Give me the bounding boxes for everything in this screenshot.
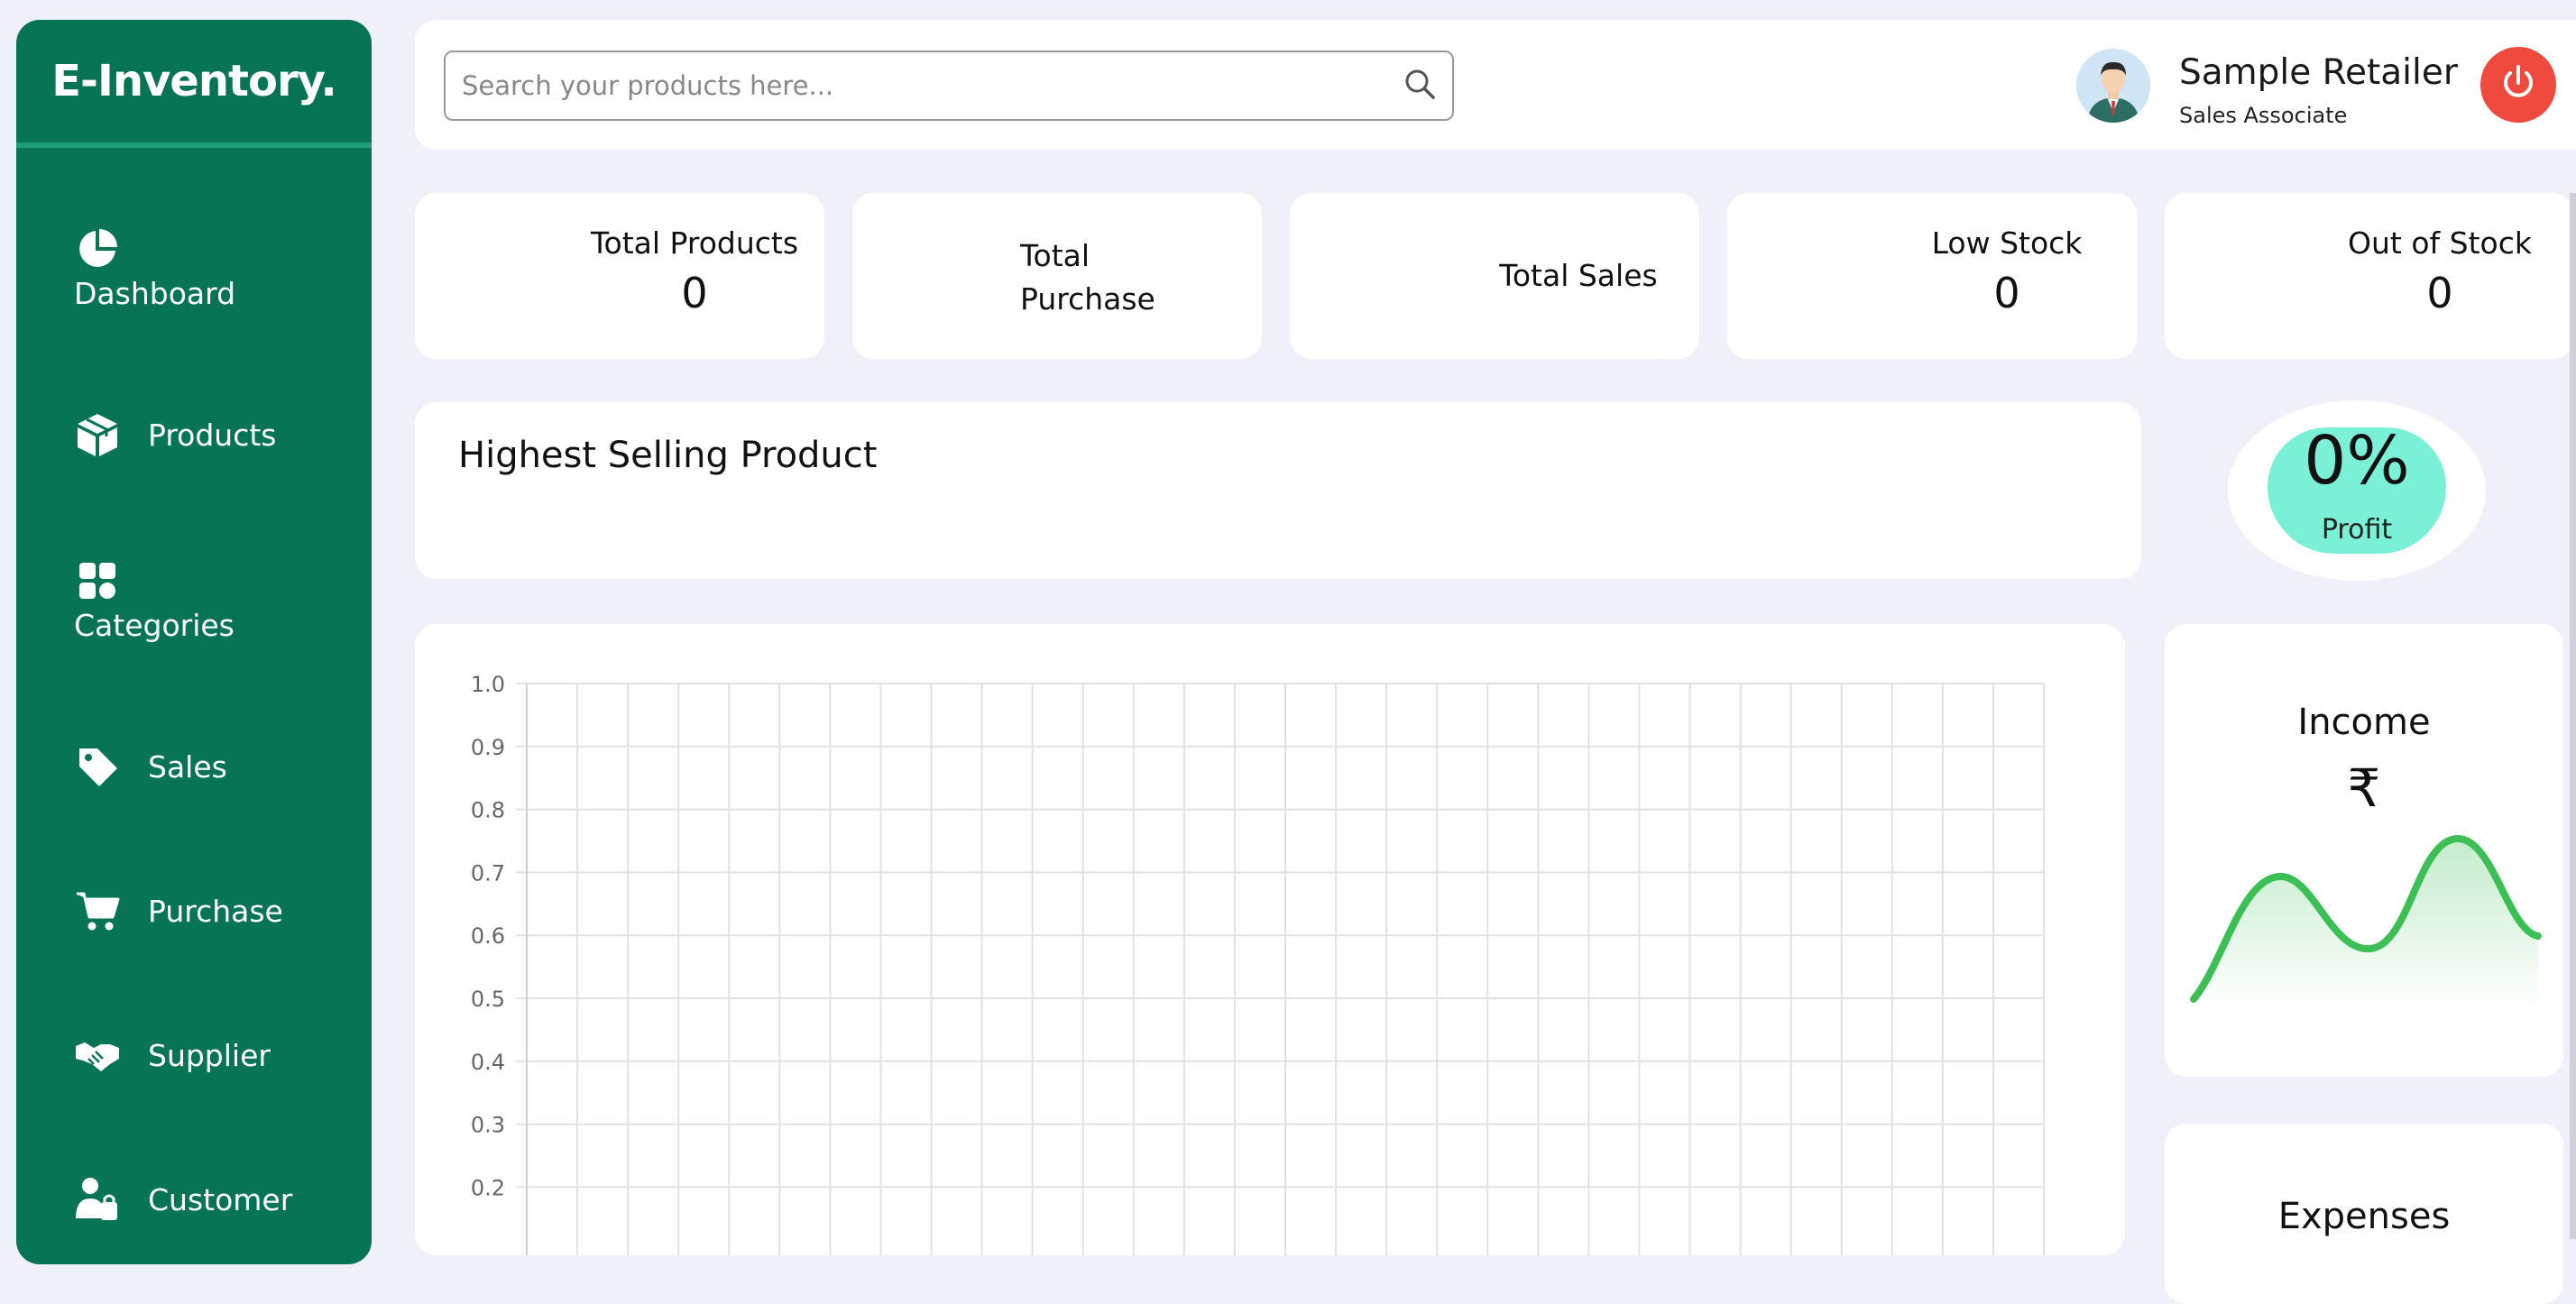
currency-symbol: ₹ (2347, 758, 2381, 819)
y-tick-label: 0.2 (471, 1175, 505, 1200)
brand-logo[interactable]: E-Inventory. (16, 20, 372, 148)
expenses-card: Expenses (2165, 1124, 2563, 1304)
sidebar-item-products[interactable]: Products (74, 411, 277, 458)
y-tick-label: 0.7 (471, 860, 505, 886)
stat-label: Out of Stock (2348, 225, 2532, 261)
sidebar-item-dashboard[interactable]: Dashboard (74, 225, 235, 311)
handshake-icon (74, 1032, 121, 1079)
power-icon (2498, 63, 2538, 106)
sidebar-item-purchase[interactable]: Purchase (74, 887, 283, 934)
stat-value: 0 (1993, 269, 2020, 317)
stat-card-total-purchase[interactable]: Total Purchase (852, 193, 1262, 359)
profit-label: Profit (2321, 514, 2393, 546)
top-bar: Sample Retailer Sales Associate (415, 20, 2576, 150)
stat-label: Total Purchase (1020, 238, 1155, 317)
income-title: Income (2297, 702, 2431, 743)
expenses-title: Expenses (2277, 1196, 2451, 1237)
scrollbar[interactable] (2570, 193, 2576, 1239)
sidebar-item-sales[interactable]: Sales (74, 743, 227, 790)
stat-label: Total Products (590, 225, 799, 261)
stat-card-total-products[interactable]: Total Products 0 (415, 193, 824, 359)
user-role: Sales Associate (2179, 103, 2348, 128)
sidebar-item-supplier[interactable]: Supplier (74, 1032, 271, 1079)
profit-widget: 0% Profit (2228, 400, 2486, 581)
stat-card-low-stock[interactable]: Low Stock 0 (1727, 193, 2137, 359)
pie-chart-icon (74, 225, 121, 272)
chart-panel: 1.0 0.9 0.8 0.7 0.6 0.5 0.4 0.3 0.2 (415, 624, 2125, 1304)
stat-label: Total Sales (1499, 258, 1658, 293)
sidebar-item-label: Supplier (148, 1037, 271, 1073)
search-input[interactable] (462, 70, 1403, 101)
y-tick-label: 0.9 (471, 735, 505, 760)
stat-card-total-sales[interactable]: Total Sales (1290, 193, 1699, 359)
y-tick-label: 0.5 (471, 987, 505, 1012)
y-tick-label: 0.4 (471, 1050, 505, 1075)
customer-icon (74, 1176, 121, 1223)
income-sparkline (2190, 834, 2542, 1010)
search-icon[interactable] (1403, 68, 1436, 104)
grid-icon (74, 557, 121, 604)
box-icon (74, 411, 121, 458)
highest-selling-title: Highest Selling Product (458, 435, 878, 476)
tag-icon (74, 743, 121, 790)
stat-card-out-of-stock[interactable]: Out of Stock 0 (2165, 193, 2574, 359)
profit-value: 0% (2304, 427, 2410, 500)
search-box[interactable] (444, 51, 1454, 121)
y-tick-label: 0.3 (471, 1113, 505, 1138)
stat-value: 0 (2426, 269, 2453, 317)
sidebar-item-label: Categories (74, 608, 235, 643)
stat-value: 0 (681, 269, 708, 317)
profit-badge: 0% Profit (2268, 427, 2446, 554)
sidebar-item-label: Products (148, 417, 277, 453)
logout-button[interactable] (2480, 47, 2556, 123)
sidebar-item-label: Purchase (148, 893, 283, 929)
sidebar: E-Inventory. Dashboard Products Categori… (16, 20, 372, 1264)
sidebar-item-categories[interactable]: Categories (74, 557, 235, 643)
y-tick-label: 1.0 (471, 672, 505, 697)
line-chart: 1.0 0.9 0.8 0.7 0.6 0.5 0.4 0.3 0.2 (471, 672, 2045, 1304)
avatar[interactable] (2076, 49, 2150, 123)
user-name: Sample Retailer (2179, 52, 2458, 93)
sidebar-item-label: Sales (148, 748, 227, 785)
stat-label: Low Stock (1931, 225, 2083, 261)
y-tick-label: 0.8 (471, 798, 505, 823)
sidebar-item-label: Dashboard (74, 276, 236, 311)
highest-selling-panel: Highest Selling Product (415, 402, 2141, 579)
y-tick-label: 0.6 (471, 923, 505, 949)
cart-icon (74, 887, 121, 934)
income-card: Income ₹ (2165, 624, 2563, 1077)
sidebar-item-customer[interactable]: Customer (74, 1176, 292, 1223)
sidebar-item-label: Customer (148, 1181, 293, 1217)
